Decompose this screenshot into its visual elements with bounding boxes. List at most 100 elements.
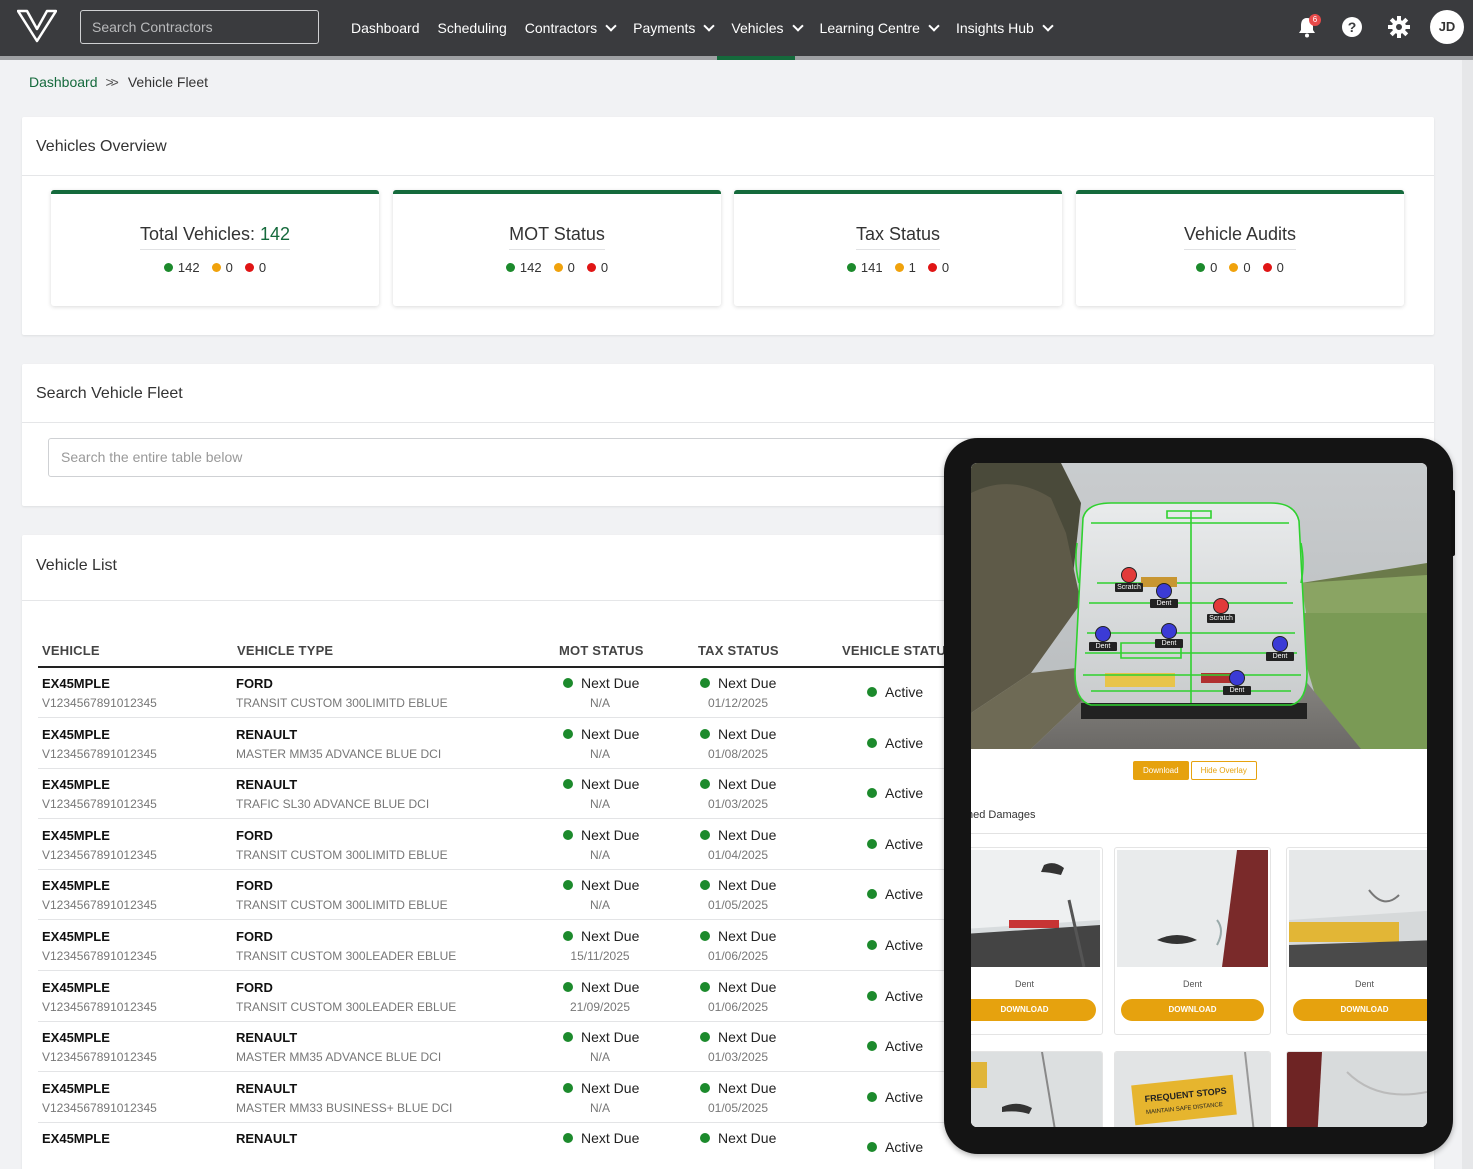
vehicle-status-text: Active [885, 785, 924, 802]
stat-total-vehicles[interactable]: Total Vehicles: 142 142 0 0 [51, 190, 379, 306]
count-amber: 0 [1229, 260, 1251, 275]
tax-status: Next Due [700, 979, 776, 995]
stat-mot-status[interactable]: MOT Status 142 0 0 [393, 190, 721, 306]
tablet-screen: Scratch Dent Scratch Dent Dent Dent Dent Downl… [971, 463, 1427, 1127]
help-icon[interactable]: ? [1342, 17, 1362, 37]
damage-marker-scratch-icon[interactable] [1121, 567, 1137, 583]
table-row[interactable]: EX45MPLE V1234567891012345 RENAULT MASTER M… [38, 1073, 958, 1123]
breadcrumb-home-link[interactable]: Dashboard [29, 74, 98, 90]
vehicle-make: FORD [236, 979, 273, 995]
table-row[interactable]: EX45MPLE V1234567891012345 FORD TRANSIT CUS… [38, 668, 958, 718]
column-header-mot-status[interactable]: MOT STATUS [559, 643, 644, 658]
damages-divider [971, 833, 1427, 834]
damage-card [1286, 1051, 1427, 1127]
status-dot-icon [700, 779, 710, 790]
mot-status: Next Due [563, 1080, 639, 1096]
status-dot-icon [563, 779, 573, 790]
table-row[interactable]: EX45MPLE RENAULT Next Due Next Due Active [38, 1123, 958, 1169]
table-row[interactable]: EX45MPLE V1234567891012345 RENAULT MASTER M… [38, 719, 958, 769]
nav-contractors[interactable]: Contractors [516, 0, 624, 56]
breadcrumb: Dashboard >> Vehicle Fleet [29, 74, 208, 90]
table-row[interactable]: EX45MPLE V1234567891012345 RENAULT TRAFIC S… [38, 769, 958, 820]
tax-status-text: Next Due [718, 978, 777, 995]
damage-download-button[interactable]: DOWNLOAD [971, 999, 1096, 1021]
nav-underline [0, 56, 1473, 60]
table-row[interactable]: EX45MPLE V1234567891012345 RENAULT MASTER M… [38, 1022, 958, 1073]
column-header-vehicle-type[interactable]: VEHICLE TYPE [237, 643, 333, 658]
column-header-vehicle-status[interactable]: VEHICLE STATUS [842, 643, 955, 658]
hide-overlay-button[interactable]: Hide Overlay [1190, 761, 1257, 780]
damage-marker-dent-icon[interactable] [1161, 623, 1177, 639]
vehicle-status-text: Active [885, 886, 924, 903]
tax-status: Next Due [700, 877, 776, 893]
nav-insights-hub[interactable]: Insights Hub [947, 0, 1061, 56]
mot-status: Next Due [563, 979, 639, 995]
mot-status: Next Due [563, 928, 639, 944]
vehicle-make: RENAULT [236, 1131, 298, 1147]
vehicle-status-text: Active [885, 937, 924, 953]
status-dot-icon [563, 981, 573, 992]
vehicle-make: FORD [236, 676, 273, 691]
vehicle-registration[interactable]: EX45MPLE [42, 929, 110, 944]
download-button[interactable]: Download [1133, 761, 1189, 780]
table-row[interactable]: EX45MPLE V1234567891012345 FORD TRANSIT CUS… [38, 921, 958, 971]
vehicle-registration[interactable]: EX45MPLE [42, 878, 110, 893]
amber-dot-icon [211, 263, 221, 272]
stat-tax-status[interactable]: Tax Status 141 1 0 [734, 190, 1062, 306]
nav-learning-centre[interactable]: Learning Centre [811, 0, 947, 56]
logo-icon[interactable] [17, 9, 57, 43]
contractor-search-input[interactable]: Search Contractors [80, 10, 319, 44]
vehicle-make: RENAULT [236, 1080, 298, 1096]
damage-marker-dent-icon[interactable] [1156, 583, 1172, 599]
column-header-tax-status[interactable]: TAX STATUS [698, 643, 779, 658]
vehicle-registration[interactable]: EX45MPLE [42, 727, 110, 742]
vehicle-registration[interactable]: EX45MPLE [42, 828, 110, 843]
vehicle-status-text: Active [885, 987, 924, 1004]
vehicle-registration[interactable]: EX45MPLE [42, 980, 110, 995]
avatar[interactable]: JD [1430, 10, 1464, 44]
table-row[interactable]: EX45MPLE V1234567891012345 FORD TRANSIT CUS… [38, 820, 958, 870]
damage-marker-dent-icon[interactable] [1229, 670, 1245, 686]
stat-title: Total Vehicles: 142 [139, 224, 291, 250]
vehicle-registration[interactable]: EX45MPLE [42, 1131, 110, 1146]
vehicle-vin: V1234567891012345 [42, 847, 157, 862]
vehicle-vin: V1234567891012345 [42, 949, 157, 963]
nav-scheduling[interactable]: Scheduling [429, 0, 516, 56]
nav-payments[interactable]: Payments [624, 0, 722, 56]
damage-download-button[interactable]: DOWNLOAD [1121, 999, 1264, 1021]
column-header-vehicle[interactable]: VEHICLE [42, 643, 100, 658]
table-row[interactable]: EX45MPLE V1234567891012345 FORD TRANSIT CUS… [38, 870, 958, 921]
damage-marker-dent-icon[interactable] [1095, 626, 1111, 642]
vehicle-vin: V1234567891012345 [42, 746, 157, 761]
tax-status-text: Next Due [718, 725, 777, 742]
damage-marker-dent-icon[interactable] [1272, 636, 1288, 652]
amber-dot-icon [1229, 263, 1239, 272]
stat-title: Tax Status [855, 224, 941, 250]
tax-date: 01/04/2025 [707, 847, 769, 862]
mot-status-text: Next Due [581, 877, 640, 894]
vehicle-make: FORD [236, 878, 273, 894]
vehicle-registration[interactable]: EX45MPLE [42, 676, 110, 691]
mot-status-text: Next Due [581, 826, 640, 843]
damage-marker-scratch-icon[interactable] [1213, 598, 1229, 614]
vehicle-registration[interactable]: EX45MPLE [42, 777, 110, 792]
mot-status: Next Due [563, 675, 639, 691]
table-row[interactable]: EX45MPLE V1234567891012345 FORD TRANSIT CUS… [38, 972, 958, 1022]
damage-photo [1287, 1052, 1427, 1127]
mot-date: N/A [589, 1050, 610, 1065]
vehicle-registration[interactable]: EX45MPLE [42, 1030, 110, 1045]
vehicle-status: Active [867, 1089, 923, 1105]
mot-date: 15/11/2025 [570, 949, 630, 963]
nav-vehicles[interactable]: Vehicles [722, 0, 810, 56]
vehicle-vin: V1234567891012345 [42, 1050, 157, 1065]
stat-vehicle-audits[interactable]: Vehicle Audits 0 0 0 [1076, 190, 1404, 306]
vehicle-registration[interactable]: EX45MPLE [42, 1081, 110, 1096]
status-dot-icon [700, 728, 710, 739]
mot-status: Next Due [563, 726, 639, 742]
gear-icon[interactable] [1388, 16, 1410, 38]
vehicle-make: RENAULT [236, 777, 298, 793]
red-dot-icon [1262, 263, 1272, 272]
scrollbar[interactable] [1462, 60, 1473, 1169]
nav-dashboard[interactable]: Dashboard [342, 0, 429, 56]
damage-download-button[interactable]: DOWNLOAD [1293, 999, 1427, 1021]
